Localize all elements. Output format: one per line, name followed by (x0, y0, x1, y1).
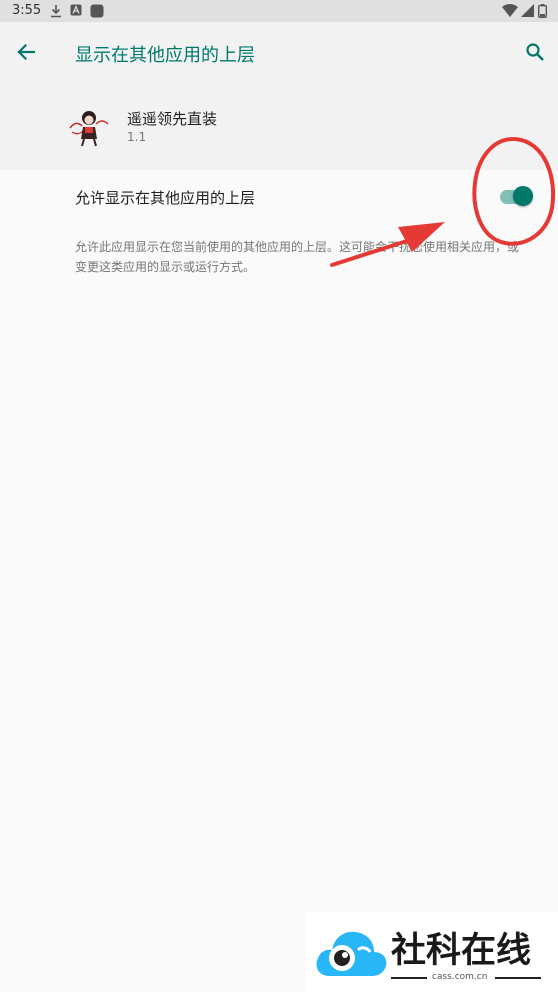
battery-icon (538, 4, 547, 18)
watermark: 社科在线 cass.com.cn (306, 912, 558, 992)
overlay-permission-row[interactable]: 允许显示在其他应用的上层 (0, 170, 558, 222)
wifi-icon (502, 4, 518, 17)
status-time: 3:55 (12, 3, 42, 18)
cloud-logo-icon (316, 931, 387, 976)
page-title: 显示在其他应用的上层 (75, 45, 255, 66)
watermark-line-left (391, 977, 427, 979)
permission-description: 允许此应用显示在您当前使用的其他应用的上层。这可能会干扰您使用相关应用，或变更这… (75, 240, 520, 274)
status-bar: 3:55 (0, 0, 558, 22)
arrow-back-icon[interactable] (16, 42, 36, 62)
watermark-text: 社科在线 (391, 930, 532, 971)
overlay-permission-label: 允许显示在其他应用的上层 (75, 189, 256, 207)
a-notification-icon (70, 4, 82, 16)
app-icon (69, 111, 109, 147)
app-notification-icon (90, 4, 104, 18)
watermark-url: cass.com.cn (432, 972, 488, 982)
signal-icon (521, 4, 534, 17)
switch-thumb (513, 186, 533, 206)
app-version: 1.1 (127, 130, 147, 144)
search-icon[interactable] (525, 42, 545, 62)
overlay-permission-switch[interactable] (500, 186, 534, 206)
app-bar: 显示在其他应用的上层 (0, 22, 558, 82)
app-name: 遥遥领先直装 (127, 110, 218, 128)
download-icon (51, 5, 61, 18)
watermark-line-right (495, 977, 541, 979)
app-header: 遥遥领先直装 1.1 (0, 82, 558, 170)
